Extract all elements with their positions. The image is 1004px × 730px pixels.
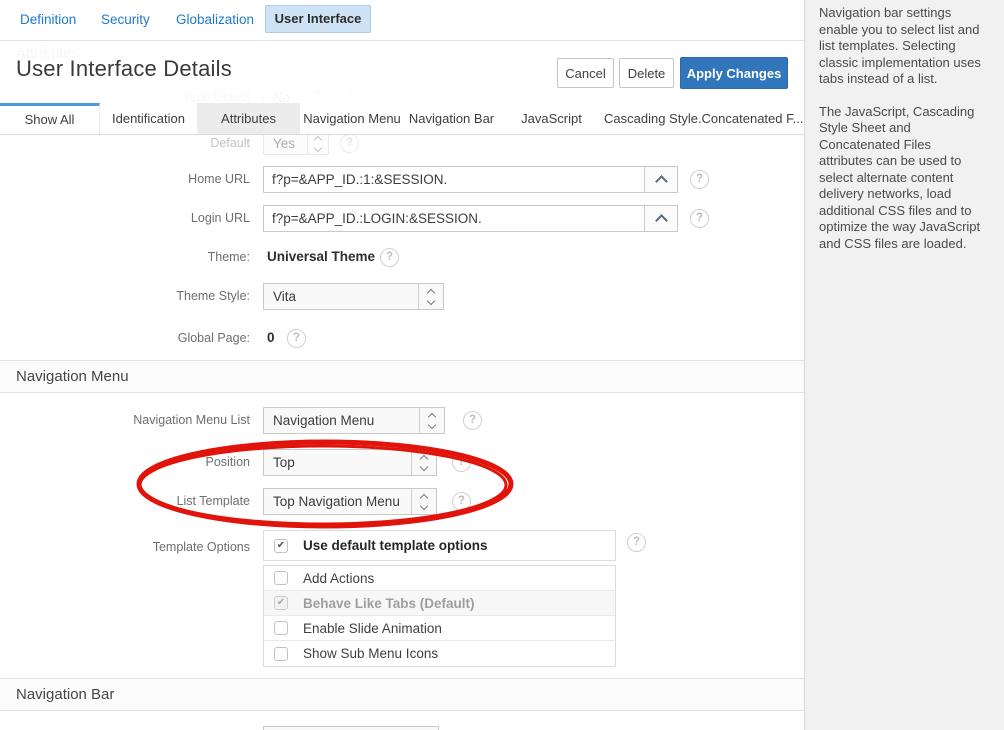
tab-security[interactable]: Security	[101, 12, 150, 27]
help-icon[interactable]: ?	[340, 134, 359, 153]
list-template-label: List Template	[0, 488, 250, 515]
subtab-concatenated-files[interactable]: Concatenated F...	[701, 103, 804, 134]
help-icon[interactable]: ?	[452, 492, 471, 511]
help-paragraph: The JavaScript, Cascading Style Sheet an…	[819, 104, 988, 253]
enable-slide-animation-label[interactable]: Enable Slide Animation	[303, 621, 442, 636]
subtab-navigation-menu[interactable]: Navigation Menu	[300, 103, 404, 134]
page-title: User Interface Details	[16, 56, 232, 82]
theme-style-select[interactable]: Vita	[263, 283, 444, 310]
navigation-menu-list-row: Navigation Menu List Navigation Menu ?	[0, 407, 804, 434]
theme-style-label: Theme Style:	[0, 283, 250, 310]
home-url-row: Home URL ?	[0, 166, 804, 193]
spinner-icon	[419, 408, 444, 433]
use-default-template-options-checkbox[interactable]: ✔	[274, 539, 288, 553]
global-page-label: Global Page:	[0, 329, 250, 347]
subtab-attributes[interactable]: Attributes	[197, 103, 300, 134]
theme-label: Theme:	[0, 248, 250, 266]
global-page-value: 0	[267, 330, 275, 345]
main-column: Attributes Auto Detect No ? Definition S…	[0, 0, 804, 730]
help-paragraph: Navigation bar settings enable you to se…	[819, 5, 988, 88]
home-url-label: Home URL	[0, 166, 250, 193]
template-options-primary-box: ✔ Use default template options	[263, 530, 616, 561]
theme-style-row: Theme Style: Vita	[0, 283, 804, 310]
checkmark-icon: ✔	[277, 541, 285, 551]
subtab-identification[interactable]: Identification	[100, 103, 197, 134]
template-options-group: Add Actions ✔ Behave Like Tabs (Default)…	[263, 565, 616, 667]
help-sidebar: Navigation bar settings enable you to se…	[804, 0, 1004, 730]
expand-editor-button[interactable]	[644, 166, 678, 193]
navigation-menu-list-select[interactable]: Navigation Menu	[263, 407, 445, 434]
apply-changes-button[interactable]: Apply Changes	[680, 57, 788, 89]
help-icon[interactable]: ?	[463, 411, 482, 430]
help-icon[interactable]: ?	[380, 248, 399, 267]
behave-like-tabs-label: Behave Like Tabs (Default)	[303, 596, 475, 611]
list-template-select[interactable]: Top Navigation Menu	[263, 488, 437, 515]
tab-definition[interactable]: Definition	[20, 12, 76, 27]
cancel-button[interactable]: Cancel	[557, 58, 614, 88]
add-actions-label[interactable]: Add Actions	[303, 571, 374, 586]
subtab-cascading-style[interactable]: Cascading Style...	[604, 103, 701, 134]
help-icon[interactable]: ?	[627, 533, 646, 552]
list-template-row: List Template Top Navigation Menu ?	[0, 488, 804, 515]
option-row-enable-slide-animation: Enable Slide Animation	[264, 616, 615, 641]
show-sub-menu-icons-label[interactable]: Show Sub Menu Icons	[303, 646, 438, 661]
help-icon[interactable]: ?	[287, 329, 306, 348]
chevron-up-icon	[655, 175, 668, 188]
expand-editor-button[interactable]	[644, 205, 678, 232]
checkmark-icon: ✔	[277, 598, 285, 608]
help-icon[interactable]: ?	[690, 209, 709, 228]
subtab-navigation-bar[interactable]: Navigation Bar	[404, 103, 499, 134]
home-url-input[interactable]	[263, 166, 645, 193]
form-content: Default Yes ? Home URL ? Login URL ? The…	[0, 135, 804, 730]
template-options-label: Template Options	[0, 538, 250, 556]
partial-select-field[interactable]	[263, 726, 439, 730]
navigation-bar-section-header: Navigation Bar	[0, 678, 804, 711]
option-row-behave-like-tabs: ✔ Behave Like Tabs (Default)	[264, 591, 615, 616]
spinner-icon	[307, 133, 328, 154]
app-tabbar: Definition Security Globalization User I…	[0, 0, 804, 41]
use-default-template-options-label[interactable]: Use default template options	[303, 538, 488, 553]
help-icon[interactable]: ?	[690, 170, 709, 189]
tab-user-interface[interactable]: User Interface	[265, 5, 371, 33]
add-actions-checkbox[interactable]	[274, 571, 288, 585]
default-select[interactable]: Yes	[263, 132, 329, 155]
option-row-add-actions: Add Actions	[264, 566, 615, 591]
subtab-javascript[interactable]: JavaScript	[499, 103, 604, 134]
login-url-label: Login URL	[0, 205, 250, 232]
delete-button[interactable]: Delete	[619, 58, 674, 88]
global-page-row: Global Page: 0 ?	[0, 329, 804, 347]
default-row: Default Yes ?	[0, 132, 804, 155]
default-label: Default	[0, 132, 250, 155]
spinner-icon	[418, 284, 443, 309]
spinner-icon	[411, 489, 436, 514]
theme-value: Universal Theme	[267, 249, 375, 264]
behave-like-tabs-checkbox: ✔	[274, 596, 288, 610]
navigation-menu-list-label: Navigation Menu List	[0, 407, 250, 434]
spinner-icon	[411, 450, 436, 475]
position-label: Position	[0, 449, 250, 476]
page-header: User Interface Details Cancel Delete App…	[0, 41, 804, 103]
option-row-show-sub-menu-icons: Show Sub Menu Icons	[264, 641, 615, 666]
tab-globalization[interactable]: Globalization	[176, 12, 254, 27]
chevron-up-icon	[655, 214, 668, 227]
navigation-menu-section-header: Navigation Menu	[0, 360, 804, 393]
theme-row: Theme: Universal Theme ?	[0, 248, 804, 266]
subtab-show-all[interactable]: Show All	[0, 103, 100, 134]
login-url-input[interactable]	[263, 205, 645, 232]
region-display-selector: Show All Identification Attributes Navig…	[0, 103, 804, 135]
help-icon[interactable]: ?	[452, 453, 471, 472]
show-sub-menu-icons-checkbox[interactable]	[274, 647, 288, 661]
template-options-row: Template Options ✔ Use default template …	[0, 530, 804, 666]
position-select[interactable]: Top	[263, 449, 437, 476]
login-url-row: Login URL ?	[0, 205, 804, 232]
position-row: Position Top ?	[0, 449, 804, 476]
enable-slide-animation-checkbox[interactable]	[274, 621, 288, 635]
